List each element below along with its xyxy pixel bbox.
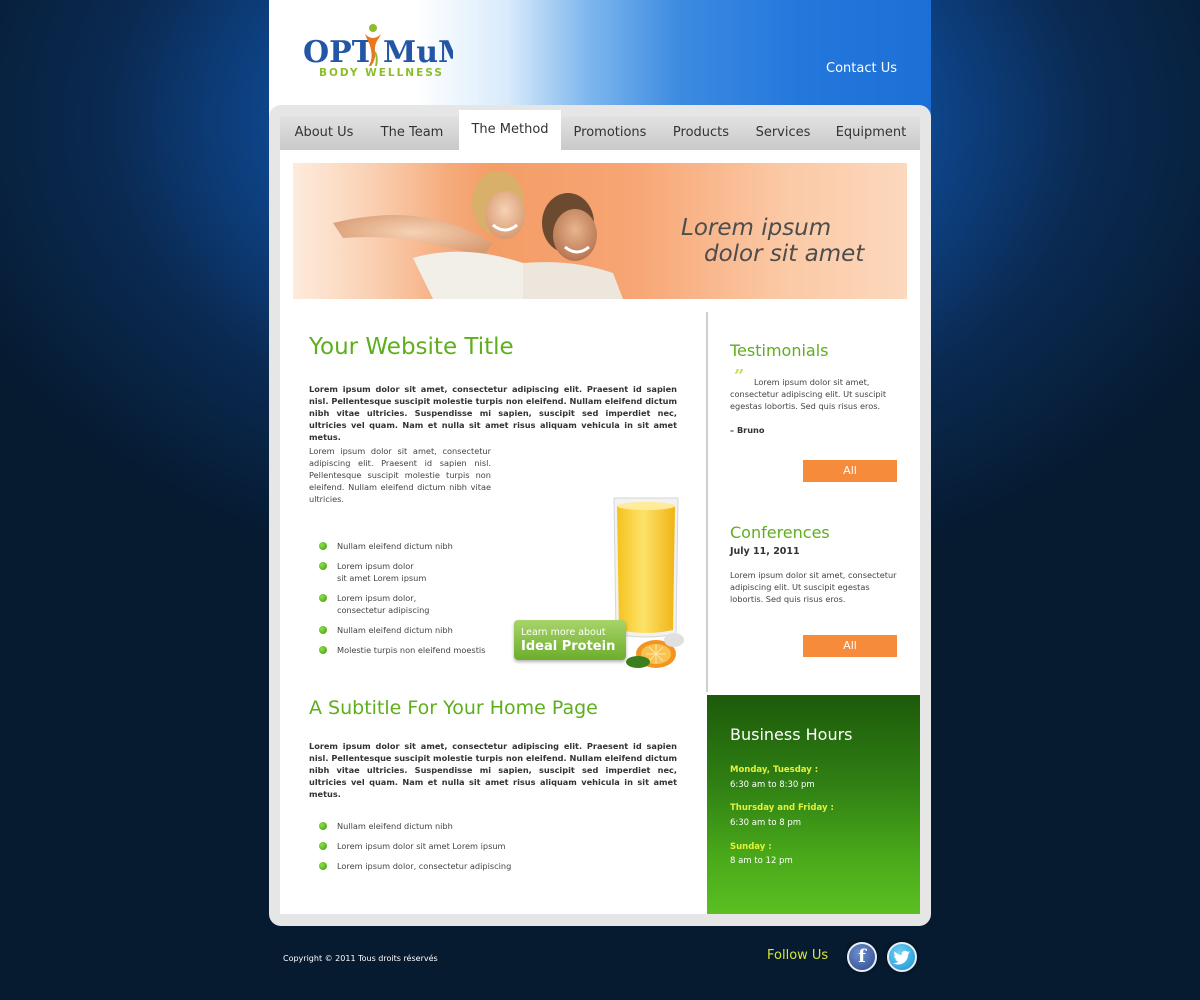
banner-line-1: Lorem ipsum (681, 215, 832, 241)
list-item-text: Molestie turpis non eleifend moestis (337, 645, 486, 655)
svg-text:MuM: MuM (383, 35, 453, 70)
list-item-text: Nullam eleifend dictum nibh (337, 821, 453, 831)
hours-day: Sunday : (730, 842, 772, 852)
feature-list-2: Nullam eleifend dictum nibh Lorem ipsum … (309, 820, 569, 880)
bullet-icon (319, 626, 327, 634)
list-item-text: Lorem ipsum dolor, consectetur adipiscin… (337, 861, 512, 871)
hours-day: Monday, Tuesday : (730, 765, 819, 775)
bullet-icon (319, 562, 327, 570)
twitter-bird-glyph (893, 950, 911, 965)
all-conferences-button[interactable]: All conferences (803, 635, 897, 674)
logo-subtext: BODY WELLNESS (319, 67, 444, 79)
list-item: Nullam eleifend dictum nibh (309, 540, 509, 552)
testimonial-author: – Bruno (730, 425, 765, 435)
list-item-text: Nullam eleifend dictum nibh (337, 541, 453, 551)
list-item: Lorem ipsum dolor sit amet Lorem ipsum (309, 840, 569, 852)
bullet-icon (319, 862, 327, 870)
page-subtitle: A Subtitle For Your Home Page (309, 697, 598, 719)
list-item: Molestie turpis non eleifend moestis (309, 644, 509, 656)
banner-line-2: dolor sit amet (704, 241, 865, 267)
feature-list: Nullam eleifend dictum nibh Lorem ipsum … (309, 540, 509, 664)
juice-glass-image (613, 497, 679, 638)
nav-item-about-us[interactable]: About Us (280, 116, 368, 150)
bullet-icon (319, 822, 327, 830)
list-item: Lorem ipsum dolor, consectetur adipiscin… (309, 592, 509, 616)
nav-item-the-team[interactable]: The Team (368, 116, 456, 150)
main-nav: About Us The Team The Method Promotions … (280, 110, 920, 150)
twitter-icon[interactable] (887, 942, 917, 972)
hours-time: 6:30 am to 8:30 pm (730, 780, 815, 790)
hours-day: Thursday and Friday : (730, 803, 834, 813)
subtitle-bold-paragraph: Lorem ipsum dolor sit amet, consectetur … (309, 741, 677, 799)
promo-line-1: Learn more about (521, 627, 606, 638)
business-hours-heading: Business Hours (730, 725, 853, 744)
intro-bold-paragraph: Lorem ipsum dolor sit amet, consectetur … (309, 384, 677, 442)
promo-line-2: Ideal Protein (521, 639, 616, 654)
list-item: Nullam eleifend dictum nibh (309, 624, 509, 636)
nav-item-equipment[interactable]: Equipment (822, 116, 920, 150)
list-item-text: Nullam eleifend dictum nibh (337, 625, 453, 635)
list-item: Lorem ipsum dolor, consectetur adipiscin… (309, 860, 569, 872)
nav-item-services[interactable]: Services (744, 116, 822, 150)
nav-item-the-method[interactable]: The Method (459, 110, 561, 150)
bullet-icon (319, 646, 327, 654)
conference-date: July 11, 2011 (730, 546, 800, 557)
hours-time: 8 am to 12 pm (730, 856, 793, 866)
banner-couple-image (293, 163, 623, 299)
list-item-text: Lorem ipsum dolor, consectetur adipiscin… (337, 593, 430, 615)
list-item: Nullam eleifend dictum nibh (309, 820, 569, 832)
testimonial-text: Lorem ipsum dolor sit amet, consectetur … (730, 377, 887, 411)
nav-item-products[interactable]: Products (658, 116, 744, 150)
business-hours-panel: Business Hours Monday, Tuesday : 6:30 am… (707, 695, 920, 914)
column-divider (706, 312, 708, 692)
testimonials-heading: Testimonials (730, 341, 829, 360)
ideal-protein-promo-button[interactable]: Learn more about Ideal Protein (514, 620, 626, 660)
logo[interactable]: OPT MuM BODY WELLNESS (303, 22, 471, 82)
banner-headline: Lorem ipsum dolor sit amet (681, 215, 864, 267)
hero-banner: Lorem ipsum dolor sit amet (293, 163, 907, 299)
list-item: Lorem ipsum dolor sit amet Lorem ipsum (309, 560, 509, 584)
facebook-icon[interactable]: f (847, 942, 877, 972)
hours-time: 6:30 am to 8 pm (730, 818, 802, 828)
intro-paragraph: Lorem ipsum dolor sit amet, consectetur … (309, 446, 491, 504)
bullet-icon (319, 542, 327, 550)
copyright-text: Copyright © 2011 Tous droits réservés (283, 954, 438, 963)
conference-text: Lorem ipsum dolor sit amet, consectetur … (730, 570, 897, 604)
all-testimonials-button[interactable]: All testimonials (803, 460, 897, 499)
bullet-icon (319, 842, 327, 850)
bullet-icon (319, 594, 327, 602)
page-title: Your Website Title (309, 334, 514, 360)
follow-us-label: Follow Us (767, 948, 829, 963)
conferences-heading: Conferences (730, 523, 830, 542)
list-item-text: Lorem ipsum dolor sit amet Lorem ipsum (337, 561, 427, 583)
nav-item-promotions[interactable]: Promotions (562, 116, 658, 150)
contact-us-link[interactable]: Contact Us (826, 61, 897, 76)
logo-figure-icon (365, 24, 381, 67)
list-item-text: Lorem ipsum dolor sit amet Lorem ipsum (337, 841, 506, 851)
